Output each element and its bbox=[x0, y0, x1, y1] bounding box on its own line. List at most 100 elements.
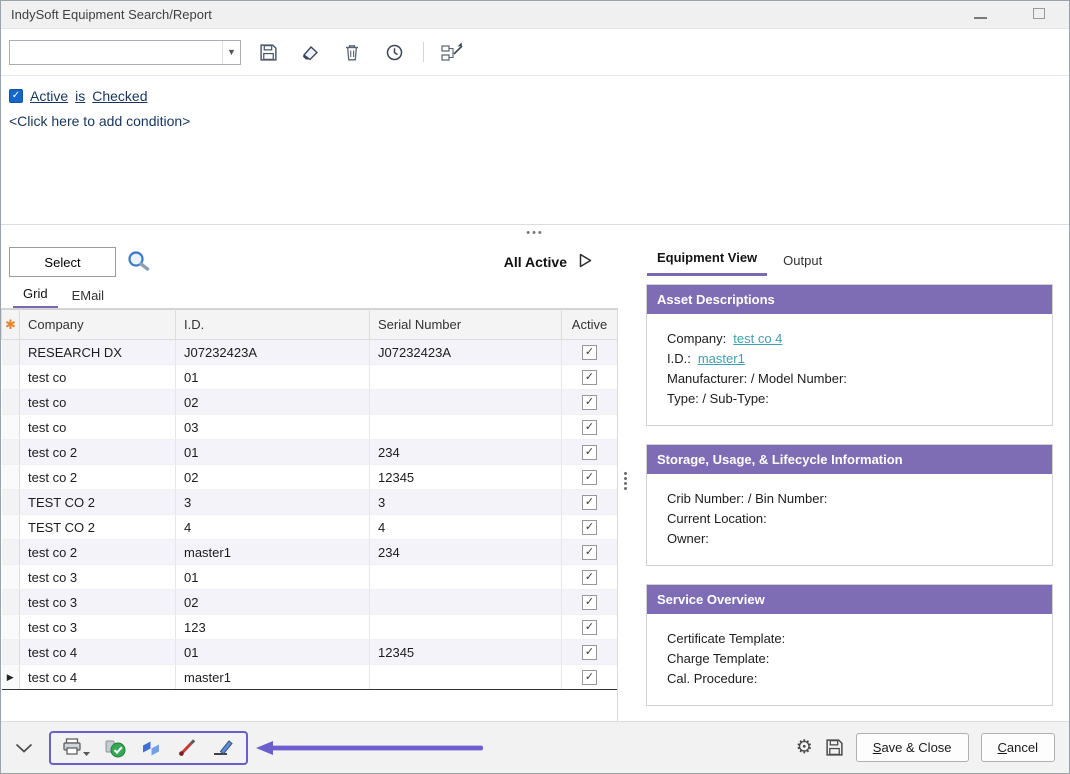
cell-id[interactable]: 02 bbox=[176, 590, 370, 615]
table-row[interactable]: test co03 ✓ bbox=[2, 415, 618, 440]
save-query-button[interactable] bbox=[255, 40, 281, 64]
save-close-button[interactable]: Save & Close bbox=[856, 733, 969, 762]
table-row[interactable]: test co 3123✓ bbox=[2, 615, 618, 640]
cell-id[interactable]: master1 bbox=[176, 665, 370, 690]
vertical-splitter[interactable] bbox=[618, 240, 633, 721]
active-checkbox[interactable]: ✓ bbox=[582, 345, 597, 360]
history-button[interactable] bbox=[381, 40, 407, 64]
maximize-button[interactable] bbox=[1033, 7, 1045, 22]
row-indicator[interactable] bbox=[2, 365, 20, 390]
condition-operator-link[interactable]: is bbox=[75, 88, 85, 104]
search-button[interactable] bbox=[126, 249, 152, 275]
cell-company[interactable]: test co 4 bbox=[20, 640, 176, 665]
cell-serial[interactable]: 4 bbox=[370, 515, 562, 540]
table-row[interactable]: test co 20212345 ✓ bbox=[2, 465, 618, 490]
cell-id[interactable]: 02 bbox=[176, 465, 370, 490]
cell-serial[interactable] bbox=[370, 365, 562, 390]
cell-serial[interactable]: 12345 bbox=[370, 465, 562, 490]
add-condition-link[interactable]: <Click here to add condition> bbox=[9, 113, 1061, 129]
cell-company[interactable]: test co 2 bbox=[20, 465, 176, 490]
cell-company[interactable]: test co bbox=[20, 390, 176, 415]
table-row[interactable]: test co01 ✓ bbox=[2, 365, 618, 390]
clear-query-button[interactable] bbox=[297, 40, 323, 64]
row-indicator[interactable] bbox=[2, 515, 20, 540]
cell-id[interactable]: 4 bbox=[176, 515, 370, 540]
active-checkbox[interactable]: ✓ bbox=[582, 520, 597, 535]
cell-serial[interactable] bbox=[370, 590, 562, 615]
row-indicator[interactable] bbox=[2, 590, 20, 615]
table-row[interactable]: test co 302✓ bbox=[2, 590, 618, 615]
tab-output[interactable]: Output bbox=[773, 247, 832, 276]
column-header-company[interactable]: Company bbox=[20, 310, 176, 340]
print-preview-button[interactable] bbox=[105, 738, 126, 758]
column-header-serial[interactable]: Serial Number bbox=[370, 310, 562, 340]
active-checkbox[interactable]: ✓ bbox=[582, 620, 597, 635]
cell-company[interactable]: test co bbox=[20, 415, 176, 440]
cell-id[interactable]: 01 bbox=[176, 565, 370, 590]
cell-id[interactable]: 02 bbox=[176, 390, 370, 415]
table-row[interactable]: test co 40112345✓ bbox=[2, 640, 618, 665]
chevron-down-icon[interactable]: ▼ bbox=[222, 41, 240, 64]
table-row[interactable]: TEST CO 244✓ bbox=[2, 515, 618, 540]
cell-serial[interactable] bbox=[370, 665, 562, 690]
row-indicator[interactable] bbox=[2, 490, 20, 515]
cell-id[interactable]: 01 bbox=[176, 365, 370, 390]
print-button[interactable] bbox=[62, 738, 90, 757]
condition-value-link[interactable]: Checked bbox=[92, 88, 147, 104]
active-checkbox[interactable]: ✓ bbox=[582, 670, 597, 685]
cancel-button[interactable]: Cancel bbox=[981, 733, 1055, 762]
active-checkbox[interactable]: ✓ bbox=[582, 395, 597, 410]
active-checkbox[interactable]: ✓ bbox=[582, 495, 597, 510]
cell-serial[interactable]: 234 bbox=[370, 540, 562, 565]
cell-serial[interactable] bbox=[370, 390, 562, 415]
row-indicator[interactable] bbox=[2, 565, 20, 590]
row-indicator[interactable] bbox=[2, 340, 20, 365]
tab-grid[interactable]: Grid bbox=[13, 282, 58, 308]
tab-email[interactable]: EMail bbox=[62, 284, 115, 308]
expand-button[interactable] bbox=[15, 743, 33, 753]
field-link[interactable]: master1 bbox=[698, 351, 745, 366]
cell-serial[interactable]: J07232423A bbox=[370, 340, 562, 365]
field-link[interactable]: test co 4 bbox=[733, 331, 782, 346]
row-indicator[interactable] bbox=[2, 615, 20, 640]
cell-company[interactable]: test co 2 bbox=[20, 440, 176, 465]
cell-company[interactable]: test co 4 bbox=[20, 665, 176, 690]
signature-button[interactable] bbox=[212, 738, 235, 757]
cell-company[interactable]: test co 3 bbox=[20, 590, 176, 615]
condition-checkbox[interactable]: ✓ bbox=[9, 89, 23, 103]
cell-id[interactable]: J07232423A bbox=[176, 340, 370, 365]
cell-serial[interactable] bbox=[370, 415, 562, 440]
export-button[interactable] bbox=[141, 739, 162, 757]
cell-id[interactable]: master1 bbox=[176, 540, 370, 565]
row-indicator[interactable] bbox=[2, 415, 20, 440]
cell-serial[interactable]: 234 bbox=[370, 440, 562, 465]
save-settings-button[interactable] bbox=[825, 738, 844, 757]
active-checkbox[interactable]: ✓ bbox=[582, 370, 597, 385]
active-checkbox[interactable]: ✓ bbox=[582, 570, 597, 585]
minimize-button[interactable] bbox=[974, 7, 987, 22]
active-checkbox[interactable]: ✓ bbox=[582, 470, 597, 485]
cell-id[interactable]: 01 bbox=[176, 640, 370, 665]
tab-equipment-view[interactable]: Equipment View bbox=[647, 244, 767, 276]
table-row[interactable]: ▶test co 4master1✓ bbox=[2, 665, 618, 690]
cell-id[interactable]: 03 bbox=[176, 415, 370, 440]
cell-company[interactable]: test co bbox=[20, 365, 176, 390]
cell-company[interactable]: RESEARCH DX bbox=[20, 340, 176, 365]
saved-query-combo[interactable]: ▼ bbox=[9, 40, 241, 65]
horizontal-splitter[interactable]: ••• bbox=[1, 225, 1069, 240]
table-row[interactable]: test co02 ✓ bbox=[2, 390, 618, 415]
cell-company[interactable]: TEST CO 2 bbox=[20, 490, 176, 515]
active-checkbox[interactable]: ✓ bbox=[582, 420, 597, 435]
select-button[interactable]: Select bbox=[9, 247, 116, 277]
table-row[interactable]: test co 2master1234 ✓ bbox=[2, 540, 618, 565]
design-report-button[interactable] bbox=[177, 739, 197, 757]
cell-id[interactable]: 01 bbox=[176, 440, 370, 465]
settings-button[interactable]: ⚙ bbox=[796, 738, 813, 757]
cell-company[interactable]: test co 3 bbox=[20, 615, 176, 640]
cell-company[interactable]: test co 2 bbox=[20, 540, 176, 565]
cell-id[interactable]: 3 bbox=[176, 490, 370, 515]
column-header-id[interactable]: I.D. bbox=[176, 310, 370, 340]
table-row[interactable]: test co 301✓ bbox=[2, 565, 618, 590]
row-indicator[interactable] bbox=[2, 540, 20, 565]
active-checkbox[interactable]: ✓ bbox=[582, 545, 597, 560]
